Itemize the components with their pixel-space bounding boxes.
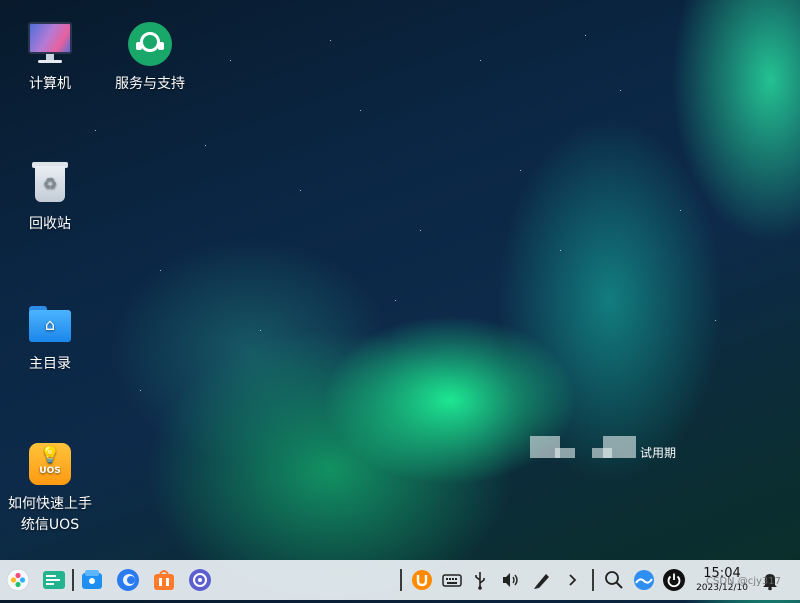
multitasking-icon	[43, 571, 65, 589]
search-button[interactable]	[600, 566, 628, 594]
desktop-icon-label: 如何快速上手统信UOS	[8, 496, 92, 533]
browser-icon	[117, 569, 139, 591]
file-manager-button[interactable]	[78, 566, 106, 594]
desktop-icon-uos-tips[interactable]: 💡 UOS 如何快速上手统信UOS	[0, 440, 100, 536]
launcher-icon	[6, 568, 30, 592]
desktop-icon-label: 服务与支持	[115, 76, 185, 92]
uos-tips-icon: 💡 UOS	[26, 440, 74, 488]
volume-icon	[503, 573, 518, 587]
pen-icon	[534, 574, 549, 589]
home-folder-icon: ⌂	[26, 300, 74, 348]
trash-icon: ♻	[26, 160, 74, 208]
keyboard-icon	[442, 574, 462, 587]
tray-separator	[400, 569, 402, 591]
keyboard-button[interactable]	[438, 566, 466, 594]
desktop-icon-label: 主目录	[29, 356, 71, 372]
desktop-icon-label: 回收站	[29, 216, 71, 232]
multitasking-button[interactable]	[40, 566, 68, 594]
pen-button[interactable]	[528, 566, 556, 594]
desktop-icon-home[interactable]: ⌂ 主目录	[0, 300, 100, 375]
watermark: CSDN @cjy317	[706, 576, 781, 587]
app-store-icon	[154, 570, 174, 590]
search-icon	[605, 571, 623, 589]
trial-block-left-foot	[555, 448, 575, 458]
taskbar-separator	[72, 569, 74, 591]
desktop-icon-computer[interactable]: 计算机	[0, 20, 100, 95]
browser-button[interactable]	[114, 566, 142, 594]
input-method-button[interactable]	[408, 566, 436, 594]
browser-tray-icon	[634, 570, 654, 590]
input-method-icon	[412, 570, 432, 590]
app-store-button[interactable]	[150, 566, 178, 594]
trial-period-label: 试用期	[640, 446, 677, 460]
power-icon	[663, 569, 685, 591]
expand-tray-button[interactable]	[558, 566, 586, 594]
computer-icon	[26, 20, 74, 68]
usb-button[interactable]	[466, 566, 494, 594]
power-button[interactable]	[660, 566, 688, 594]
tray-separator	[592, 569, 594, 591]
chevron-right-icon	[569, 574, 577, 586]
usb-icon	[475, 572, 485, 590]
volume-button[interactable]	[496, 566, 524, 594]
launcher-button[interactable]	[4, 566, 32, 594]
desktop-icon-label: 计算机	[29, 76, 71, 92]
control-center-icon	[189, 569, 211, 591]
file-manager-icon	[82, 570, 102, 589]
desktop-icon-support[interactable]: 服务与支持	[100, 20, 200, 95]
support-icon	[126, 20, 174, 68]
browser-tray-button[interactable]	[630, 566, 658, 594]
taskbar	[0, 560, 800, 600]
desktop-icon-trash[interactable]: ♻ 回收站	[0, 160, 100, 235]
control-center-button[interactable]	[186, 566, 214, 594]
trial-block-right-foot	[592, 448, 612, 458]
